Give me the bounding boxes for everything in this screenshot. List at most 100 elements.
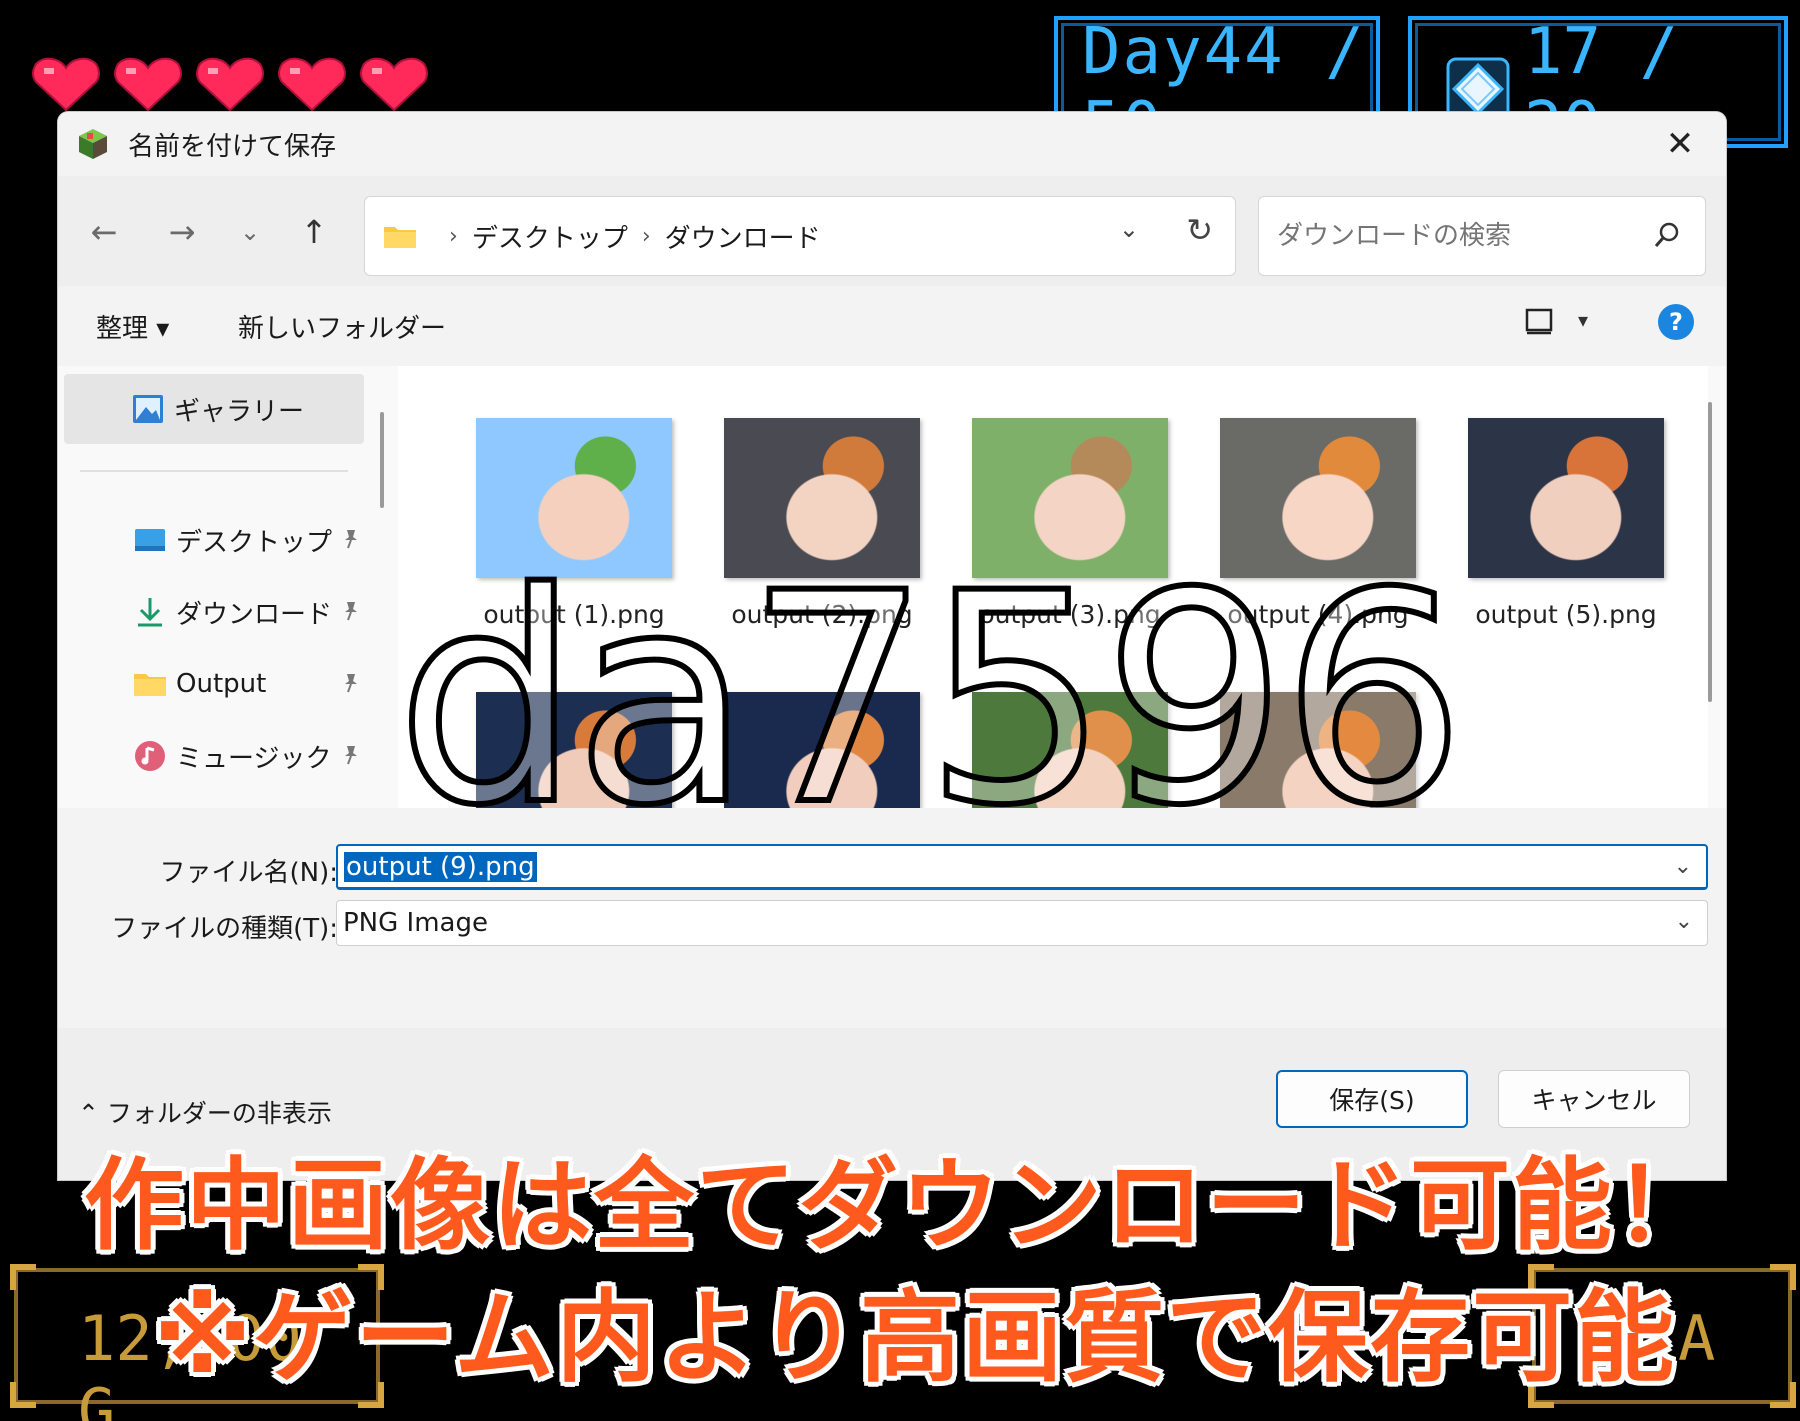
sidebar-item-label: デスクトップ: [176, 527, 333, 558]
sidebar-item-label: Output: [176, 669, 267, 699]
cancel-button[interactable]: キャンセル: [1498, 1070, 1690, 1128]
search-box[interactable]: [1258, 196, 1706, 276]
save-form: ファイル名(N): output (9).png ⌄ ファイルの種類(T): P…: [58, 808, 1726, 1028]
navigation-bar: ← → ⌄ ↑ › デスクトップ › ダウンロード ⌄ ↻: [58, 176, 1726, 286]
hide-folders-label: フォルダーの非表示: [106, 1099, 332, 1128]
file-item[interactable]: [1203, 692, 1433, 808]
image-thumbnail: [724, 418, 920, 578]
command-bar: 整理 ▾ 新しいフォルダー ▾ ?: [58, 286, 1726, 366]
file-item[interactable]: [955, 692, 1185, 808]
dialog-title: 名前を付けて保存: [128, 131, 337, 162]
image-thumbnail: [1468, 418, 1664, 578]
image-thumbnail: [972, 692, 1168, 808]
image-thumbnail: [476, 418, 672, 578]
save-as-dialog: 名前を付けて保存 ✕ ← → ⌄ ↑ › デスクトップ › ダウンロード ⌄ ↻…: [58, 112, 1726, 1180]
file-name-label: output (5).png: [1475, 600, 1657, 629]
gold-counter: 12,600 G: [10, 1264, 384, 1421]
chevron-up-icon: ⌃: [78, 1099, 107, 1128]
sidebar-item-downloads[interactable]: ダウンロード: [132, 584, 372, 640]
sidebar-item-music[interactable]: ミュージック: [132, 728, 372, 784]
pin-icon[interactable]: [340, 672, 362, 694]
file-name-label: output (3).png: [979, 600, 1161, 629]
recent-locations-chevron-icon[interactable]: ⌄: [230, 212, 270, 252]
heart-icon: [276, 56, 348, 112]
breadcrumb-separator-icon: ›: [641, 223, 651, 249]
back-arrow-icon[interactable]: ←: [84, 212, 124, 252]
chevron-down-icon[interactable]: ⌄: [1675, 909, 1693, 934]
image-thumbnail: [1220, 692, 1416, 808]
app-icon: [76, 127, 110, 161]
pin-icon[interactable]: [340, 744, 362, 766]
desktop-icon: [132, 522, 168, 558]
search-icon[interactable]: [1653, 221, 1681, 249]
breadcrumb-separator-icon: ›: [449, 223, 458, 249]
file-name-label: output (1).png: [483, 600, 665, 629]
file-item[interactable]: output (2).png: [707, 418, 937, 629]
filename-value: output (9).png: [344, 851, 537, 882]
file-item[interactable]: output (5).png: [1451, 418, 1681, 629]
rank-text: A: [1678, 1302, 1716, 1375]
sidebar-item-label: ミュージック: [176, 743, 332, 774]
image-thumbnail: [724, 692, 920, 808]
heart-icon: [358, 56, 430, 112]
close-button[interactable]: ✕: [1656, 122, 1704, 166]
image-thumbnail: [972, 418, 1168, 578]
pin-icon[interactable]: [340, 600, 362, 622]
filetype-select[interactable]: PNG Image ⌄: [336, 900, 1708, 946]
heart-icon: [194, 56, 266, 112]
sidebar-item-label: ギャラリー: [174, 396, 305, 427]
file-name-label: output (4).png: [1227, 600, 1409, 629]
rank-display: A: [1528, 1264, 1796, 1408]
filename-label: ファイル名(N):: [159, 858, 339, 888]
file-item[interactable]: [459, 692, 689, 808]
heart-icon: [112, 56, 184, 112]
chevron-down-icon[interactable]: ⌄: [1674, 854, 1692, 879]
svg-text:?: ?: [1669, 308, 1683, 336]
hide-folders-toggle[interactable]: ⌃ フォルダーの非表示: [78, 1094, 332, 1130]
organize-menu[interactable]: 整理 ▾: [96, 308, 169, 345]
save-button[interactable]: 保存(S): [1276, 1070, 1468, 1128]
folder-icon: [383, 223, 417, 249]
sidebar-item-desktop[interactable]: デスクトップ: [132, 512, 372, 568]
chevron-down-icon[interactable]: ⌄: [1119, 215, 1139, 243]
refresh-icon[interactable]: ↻: [1186, 211, 1213, 249]
new-folder-button[interactable]: 新しいフォルダー: [238, 308, 446, 345]
navigation-pane: ギャラリー デスクトップ ダウンロード Output ミュージック: [58, 366, 368, 808]
up-arrow-icon[interactable]: ↑: [294, 212, 334, 252]
file-item[interactable]: output (1).png: [459, 418, 689, 629]
file-item[interactable]: output (3).png: [955, 418, 1185, 629]
gold-counter-text: 12,600 G: [78, 1302, 302, 1421]
forward-arrow-icon[interactable]: →: [162, 212, 202, 252]
breadcrumb-desktop[interactable]: デスクトップ: [472, 218, 628, 255]
filetype-label: ファイルの種類(T):: [111, 914, 338, 944]
breadcrumb-downloads[interactable]: ダウンロード: [665, 218, 821, 255]
heart-meter: [30, 56, 430, 112]
dialog-titlebar[interactable]: 名前を付けて保存 ✕: [58, 112, 1726, 176]
heart-icon: [30, 56, 102, 112]
file-grid-scrollbar[interactable]: [1708, 402, 1712, 702]
gallery-icon: [130, 391, 166, 427]
file-grid: output (1).png output (2).png output (3).p…: [398, 366, 1708, 808]
download-icon: [132, 594, 168, 630]
music-icon: [132, 738, 168, 774]
file-item[interactable]: [707, 692, 937, 808]
sidebar-divider: [80, 470, 348, 472]
search-input[interactable]: [1277, 221, 1637, 251]
sidebar-item-label: ダウンロード: [176, 599, 333, 630]
image-thumbnail: [476, 692, 672, 808]
pin-icon[interactable]: [340, 528, 362, 550]
file-name-label: output (2).png: [731, 600, 913, 629]
filename-field[interactable]: output (9).png ⌄: [336, 844, 1708, 890]
file-item[interactable]: output (4).png: [1203, 418, 1433, 629]
sidebar-item-gallery[interactable]: ギャラリー: [64, 374, 364, 444]
filetype-value: PNG Image: [343, 908, 488, 938]
folder-icon: [132, 666, 168, 702]
view-options-icon[interactable]: [1524, 306, 1554, 336]
dialog-footer: ⌃ フォルダーの非表示 保存(S) キャンセル: [58, 1028, 1726, 1180]
help-icon[interactable]: ?: [1656, 302, 1696, 342]
image-thumbnail: [1220, 418, 1416, 578]
view-dropdown-icon[interactable]: ▾: [1578, 308, 1588, 332]
address-bar[interactable]: › デスクトップ › ダウンロード ⌄ ↻: [364, 196, 1236, 276]
sidebar-item-output[interactable]: Output: [132, 656, 372, 712]
sidebar-scrollbar[interactable]: [380, 412, 384, 508]
